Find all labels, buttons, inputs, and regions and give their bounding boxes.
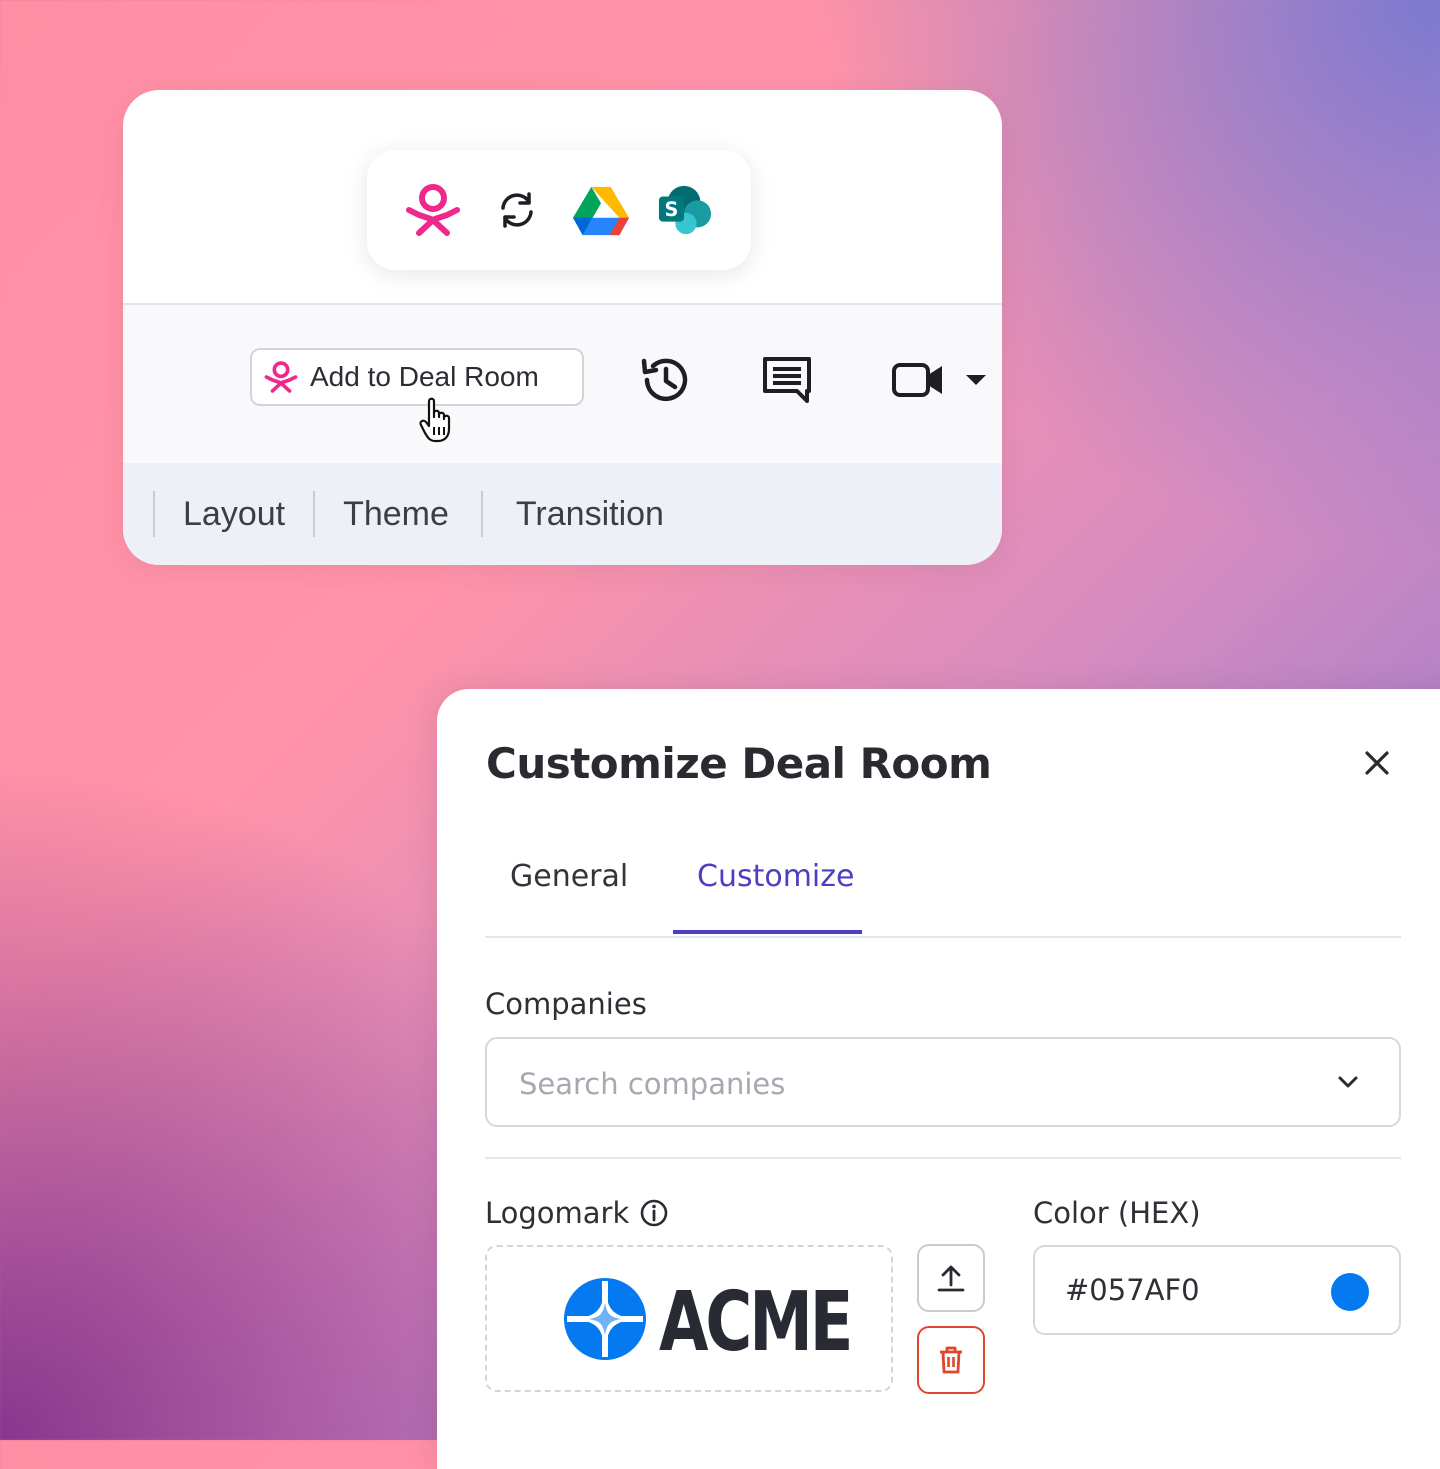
deal-room-logo-icon — [264, 360, 298, 394]
google-drive-icon[interactable] — [573, 182, 629, 238]
history-icon[interactable] — [638, 353, 692, 407]
svg-text:S: S — [665, 198, 679, 221]
app-window-card: S Add to Deal Room Layout Theme Transiti… — [123, 90, 1002, 565]
logomark-label: Logomark — [485, 1196, 630, 1230]
ribbon-tabs: Layout Theme Transition — [123, 463, 1002, 565]
active-tab-indicator — [673, 930, 862, 934]
tab-customize[interactable]: Customize — [697, 859, 854, 894]
integrations-pill: S — [367, 150, 751, 270]
toolbar: Add to Deal Room — [123, 303, 1002, 465]
video-camera-icon[interactable] — [890, 353, 946, 407]
add-to-deal-room-label: Add to Deal Room — [310, 361, 539, 392]
ribbon-tab-transition[interactable]: Transition — [483, 495, 692, 534]
delete-logo-button[interactable] — [917, 1326, 985, 1394]
color-hex-value[interactable]: #057AF0 — [1065, 1273, 1200, 1307]
ribbon-tab-layout[interactable]: Layout — [155, 495, 313, 534]
caret-down-icon[interactable] — [965, 353, 987, 407]
deal-room-logo-icon[interactable] — [405, 182, 461, 238]
color-hex-label: Color (HEX) — [1033, 1196, 1201, 1230]
companies-select[interactable] — [485, 1037, 1401, 1127]
acme-logo-text: ACME — [659, 1275, 853, 1370]
pointer-cursor-icon — [419, 397, 459, 448]
acme-logo-mark — [563, 1277, 647, 1366]
ribbon-tab-theme[interactable]: Theme — [315, 495, 481, 534]
logomark-dropzone[interactable]: ACME — [485, 1245, 893, 1392]
upload-logo-button[interactable] — [917, 1244, 985, 1312]
info-icon[interactable] — [639, 1198, 669, 1228]
dialog-tabs: General Customize — [485, 839, 1401, 938]
search-companies-input[interactable] — [517, 1057, 1301, 1111]
companies-label: Companies — [485, 987, 647, 1021]
logomark-label-row: Logomark — [485, 1196, 669, 1230]
chevron-down-icon[interactable] — [1335, 1069, 1361, 1100]
upload-icon — [936, 1263, 966, 1293]
customize-deal-room-dialog: Customize Deal Room General Customize Co… — [437, 689, 1440, 1469]
add-to-deal-room-button[interactable]: Add to Deal Room — [250, 348, 584, 406]
tab-general[interactable]: General — [510, 859, 628, 894]
sync-icon[interactable] — [489, 182, 545, 238]
close-icon[interactable] — [1361, 747, 1393, 779]
sharepoint-icon[interactable]: S — [657, 182, 713, 238]
color-swatch[interactable] — [1331, 1273, 1369, 1311]
comments-icon[interactable] — [761, 353, 813, 407]
color-hex-input[interactable]: #057AF0 — [1033, 1245, 1401, 1335]
section-divider — [485, 1157, 1401, 1159]
trash-icon — [936, 1345, 966, 1375]
dialog-title: Customize Deal Room — [486, 739, 992, 788]
